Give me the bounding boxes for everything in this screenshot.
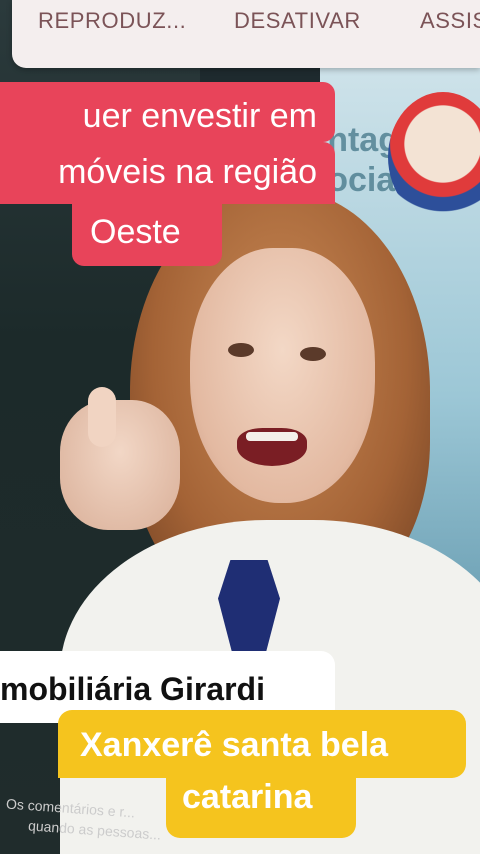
top-action-bar: REPRODUZ... DESATIVAR ASSIS — [12, 0, 480, 68]
hand — [60, 400, 180, 530]
reproduzir-button[interactable]: REPRODUZ... — [38, 8, 186, 34]
comments-hint: Os comentários e r... quando as pessoas.… — [0, 796, 480, 854]
right-eye — [300, 347, 326, 361]
teeth — [246, 432, 298, 441]
comments-hint-line-2: quando as pessoas... — [27, 817, 162, 843]
headline-caption-line-2: móveis na região — [0, 142, 335, 204]
desativar-button[interactable]: DESATIVAR — [234, 8, 361, 34]
location-caption-line-1: Xanxerê santa bela — [58, 710, 466, 778]
comments-hint-line-1: Os comentários e r... — [5, 795, 136, 821]
headline-caption-line-3: Oeste — [72, 202, 222, 266]
hand-finger — [88, 387, 116, 447]
headline-caption-line-1: uer envestir em — [0, 82, 335, 142]
left-eye — [228, 343, 254, 357]
assistir-button[interactable]: ASSIS — [420, 8, 480, 34]
